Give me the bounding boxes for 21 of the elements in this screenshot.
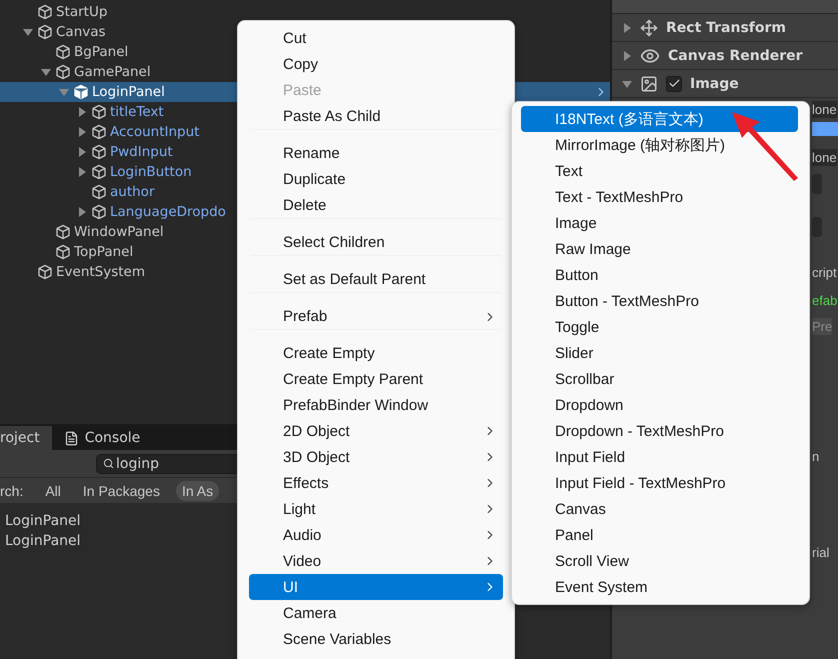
item-name: LoginPanel <box>92 84 165 100</box>
item-name: BgPanel <box>74 44 128 60</box>
item-name: TopPanel <box>74 244 134 260</box>
item-name: StartUp <box>56 4 108 20</box>
component-title: Image <box>690 76 739 92</box>
item-name: LoginButton <box>110 164 192 180</box>
item-name: titleText <box>110 104 164 120</box>
component-title: Rect Transform <box>666 20 786 36</box>
item-name: PwdInput <box>110 144 173 160</box>
item-name: AccountInput <box>110 124 200 140</box>
item-name: GamePanel <box>74 64 151 80</box>
item-name: Canvas <box>56 24 106 40</box>
component-title: Canvas Renderer <box>668 48 803 64</box>
item-name: WindowPanel <box>74 224 164 240</box>
item-name: author <box>110 184 154 200</box>
field-label: n <box>812 448 820 464</box>
field-label: rial <box>812 544 830 560</box>
item-name: EventSystem <box>56 264 146 280</box>
field-label: cript <box>812 264 837 280</box>
item-name: LanguageDropdo <box>110 204 226 220</box>
search-label: rch: <box>0 482 24 498</box>
